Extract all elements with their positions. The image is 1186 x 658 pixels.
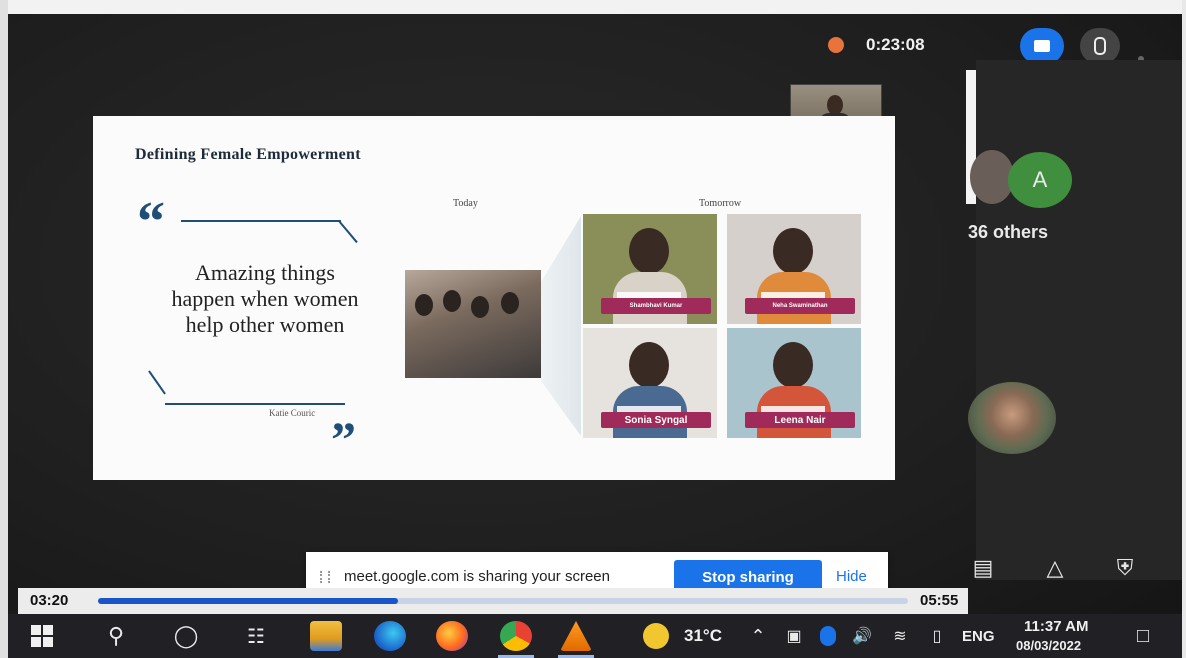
task-view-icon[interactable]: ☷	[236, 614, 276, 658]
leader-photo-1: Shambhavi Kumar	[583, 214, 717, 324]
seek-fill	[98, 598, 398, 604]
open-quote-mark: “	[137, 191, 165, 253]
vlc-icon[interactable]	[554, 614, 598, 658]
weather-icon	[636, 614, 676, 658]
temperature: 31°C	[684, 626, 722, 645]
firefox-icon[interactable]	[430, 614, 474, 658]
bluetooth-icon[interactable]	[816, 614, 840, 658]
camera-icon	[1034, 40, 1050, 52]
monitor-screen: 0:23:08 A 36 others ▤ △ ⛨ Defining Femal…	[0, 0, 1186, 658]
monitor-bezel-top	[0, 0, 1186, 14]
leader-photo-4: Leena Nair	[727, 328, 861, 438]
presenter-head	[827, 95, 843, 115]
drag-handle[interactable]	[320, 571, 330, 583]
participant-tile[interactable]	[968, 382, 1056, 454]
chat-icon[interactable]: ▤	[968, 553, 998, 583]
clock-time[interactable]: 11:37 AM	[1024, 618, 1088, 635]
meeting-timer: 0:23:08	[866, 35, 925, 54]
edge-icon[interactable]	[368, 614, 412, 658]
nameplate-4: Leena Nair	[745, 412, 855, 428]
remaining-time: 05:55	[920, 592, 959, 609]
clock-date[interactable]: 08/03/2022	[1016, 638, 1081, 653]
activities-icon[interactable]: △	[1040, 553, 1070, 583]
classroom-photo	[405, 270, 541, 378]
monitor-bezel-right	[1182, 0, 1186, 658]
wifi-icon[interactable]: ≋	[886, 614, 914, 658]
media-progress-bar: 03:20 05:55	[18, 588, 968, 614]
close-quote-mark: ”	[331, 411, 356, 467]
quote-line-top-angle	[338, 220, 358, 244]
search-icon[interactable]: ⚲	[96, 614, 136, 658]
quote-line-top	[181, 220, 341, 222]
share-message: meet.google.com is sharing your screen	[344, 568, 610, 585]
microphone-button[interactable]	[1080, 28, 1120, 64]
presentation-slide: Defining Female Empowerment “ Amazing th…	[93, 116, 895, 480]
chevron-up-icon[interactable]: ⌃	[746, 614, 770, 658]
quote-line-bottom-angle	[148, 370, 166, 395]
cortana-icon[interactable]: ◯	[166, 614, 206, 658]
label-today: Today	[453, 198, 478, 209]
leader-photo-2: Neha Swaminathan	[727, 214, 861, 324]
leader-photo-3: Sonia Syngal	[583, 328, 717, 438]
transition-shape	[541, 216, 581, 436]
file-explorer-icon[interactable]	[304, 614, 348, 658]
slide-title: Defining Female Empowerment	[135, 146, 361, 163]
label-tomorrow: Tomorrow	[699, 198, 742, 209]
participants-panel	[976, 60, 1182, 580]
quote-author: Katie Couric	[269, 408, 316, 418]
nameplate-1: Shambhavi Kumar	[601, 298, 711, 314]
windows-icon	[31, 625, 53, 647]
chrome-icon[interactable]	[494, 614, 538, 658]
notification-icon[interactable]: □	[1126, 614, 1160, 658]
participant-avatar-letter[interactable]: A	[1008, 152, 1072, 208]
quote-line-bottom	[165, 403, 345, 405]
nameplate-3: Sonia Syngal	[601, 412, 711, 428]
recording-indicator	[828, 37, 844, 53]
microphone-icon	[1094, 37, 1106, 55]
language-indicator[interactable]: ENG	[962, 628, 995, 645]
meet-now-icon[interactable]: ▣	[782, 614, 806, 658]
nameplate-2: Neha Swaminathan	[745, 298, 855, 314]
monitor-bezel-left	[0, 0, 8, 658]
battery-icon[interactable]: ▯	[922, 614, 952, 658]
windows-taskbar: ⚲ ◯ ☷ 31°C ⌃ ▣ 🔊 ≋ ▯ ENG 11:37 AM 08/03/…	[8, 614, 1182, 658]
hide-button[interactable]: Hide	[836, 568, 867, 585]
volume-icon[interactable]: 🔊	[848, 614, 876, 658]
others-count: 36 others	[968, 222, 1049, 242]
start-button[interactable]	[22, 614, 62, 658]
elapsed-time: 03:20	[30, 592, 69, 609]
camera-button[interactable]	[1020, 28, 1064, 64]
host-controls-icon[interactable]: ⛨	[1110, 553, 1140, 583]
seek-slider[interactable]	[98, 598, 908, 604]
quote-text: Amazing things happen when women help ot…	[171, 260, 359, 337]
